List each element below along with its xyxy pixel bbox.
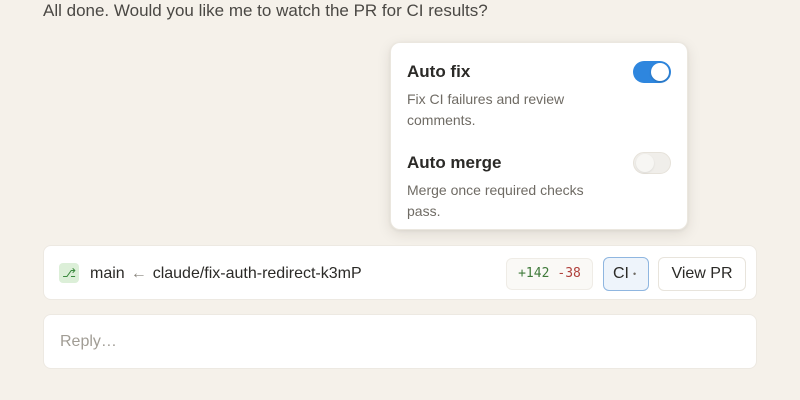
base-branch: main — [90, 265, 125, 282]
view-pr-button[interactable]: View PR — [658, 257, 746, 291]
auto-merge-option: Auto merge Merge once required checks pa… — [407, 152, 671, 222]
diff-stats: +142 -38 — [506, 258, 593, 290]
chat-view: All done. Would you like me to watch the… — [0, 0, 800, 400]
assistant-message: All done. Would you like me to watch the… — [43, 1, 488, 20]
git-branch-icon: ⎇ — [59, 263, 79, 283]
toggle-knob — [636, 154, 654, 172]
reply-input[interactable] — [43, 314, 757, 369]
ci-button[interactable]: CI • — [603, 257, 649, 291]
head-branch: claude/fix-auth-redirect-k3mP — [152, 265, 362, 282]
toggle-knob — [651, 63, 669, 81]
branch-summary: main ← claude/fix-auth-redirect-k3mP — [90, 263, 362, 284]
ci-label: CI — [613, 265, 629, 283]
auto-merge-title: Auto merge — [407, 153, 502, 172]
auto-merge-toggle[interactable] — [633, 152, 671, 174]
pr-branch-bar: ⎇ main ← claude/fix-auth-redirect-k3mP +14… — [43, 245, 757, 300]
pr-watch-popover: Auto fix Fix CI failures and review comm… — [390, 42, 688, 230]
arrow-left-icon: ← — [130, 265, 147, 282]
auto-fix-description: Fix CI failures and review comments. — [407, 91, 565, 128]
auto-fix-title: Auto fix — [407, 62, 471, 81]
ci-status-dot-icon: • — [633, 269, 637, 279]
additions-count: +142 — [518, 266, 550, 281]
deletions-count: -38 — [557, 266, 581, 281]
auto-merge-description: Merge once required checks pass. — [407, 182, 584, 219]
auto-fix-toggle[interactable] — [633, 61, 671, 83]
auto-fix-option: Auto fix Fix CI failures and review comm… — [407, 61, 671, 131]
